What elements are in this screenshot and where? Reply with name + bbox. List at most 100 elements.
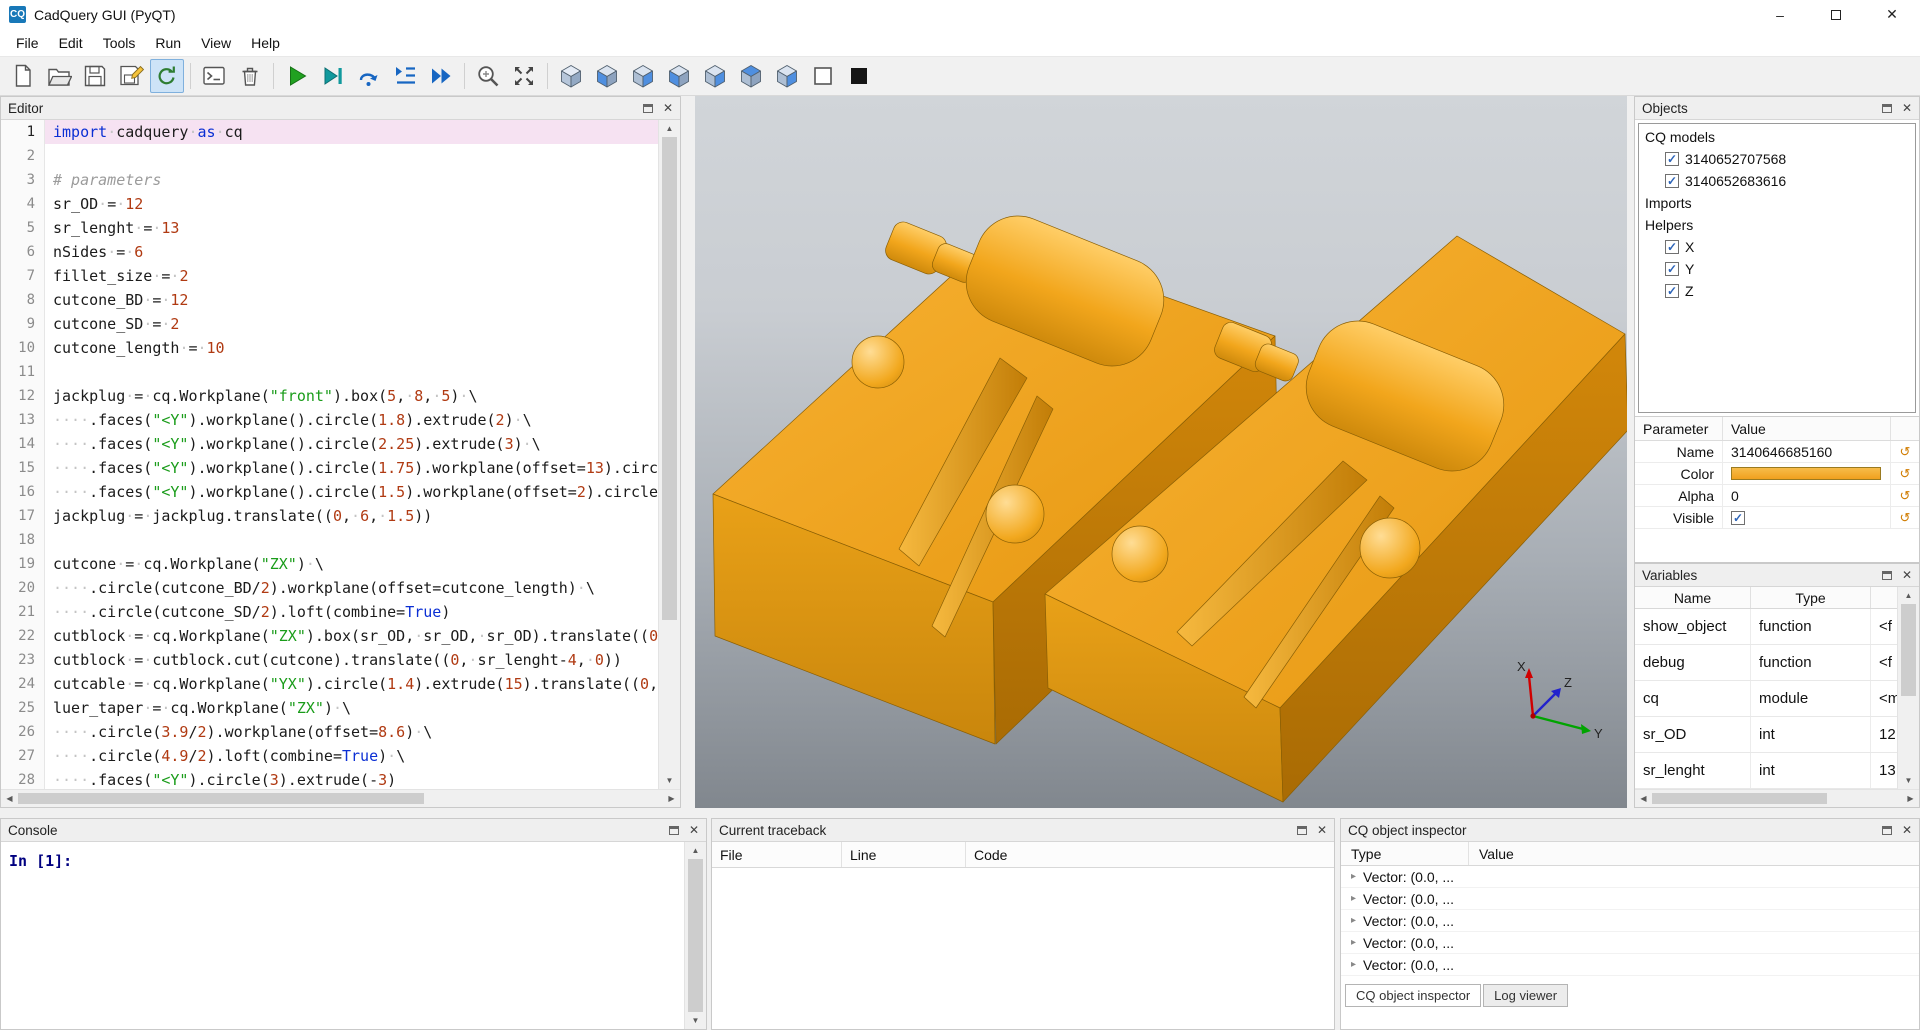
- inspector-header-value[interactable]: Value: [1469, 842, 1919, 865]
- property-value[interactable]: 0: [1723, 485, 1891, 506]
- menu-view[interactable]: View: [191, 32, 241, 54]
- scrollbar-thumb[interactable]: [688, 859, 703, 1012]
- inspector-row-5[interactable]: ▸Vector: (0.0, ...: [1341, 954, 1919, 976]
- tree-item-z[interactable]: Z: [1639, 280, 1915, 302]
- code-line-22[interactable]: cutblock·=·cq.Workplane("ZX").box(sr_OD,…: [45, 624, 658, 648]
- view-top-button[interactable]: [734, 59, 768, 93]
- tree-group-helpers[interactable]: Helpers: [1639, 214, 1915, 236]
- reset-icon[interactable]: ↺: [1891, 507, 1919, 528]
- checkbox-icon[interactable]: [1665, 240, 1679, 254]
- delete-button[interactable]: [233, 59, 267, 93]
- fit-view-button[interactable]: [507, 59, 541, 93]
- checkbox-icon[interactable]: [1731, 511, 1745, 525]
- editor-code[interactable]: import·cadquery·as·cq # parameterssr_OD·=…: [45, 120, 658, 789]
- traceback-header-file[interactable]: File: [712, 842, 842, 867]
- variables-vscrollbar[interactable]: ▲ ▼: [1897, 587, 1919, 789]
- expander-icon[interactable]: ▸: [1351, 893, 1356, 904]
- cad-scene[interactable]: X Z Y: [695, 96, 1627, 808]
- editor-close-icon[interactable]: ✕: [663, 102, 673, 114]
- menu-tools[interactable]: Tools: [93, 32, 146, 54]
- zoom-fit-button[interactable]: [471, 59, 505, 93]
- scroll-left-icon[interactable]: ◀: [1, 790, 18, 807]
- variables-header-type[interactable]: Type: [1751, 587, 1871, 608]
- code-line-21[interactable]: ····.circle(cutcone_SD/2).loft(combine=T…: [45, 600, 658, 624]
- tree-group-cq-models[interactable]: CQ models: [1639, 126, 1915, 148]
- debug-button[interactable]: [316, 59, 350, 93]
- view-front-button[interactable]: [590, 59, 624, 93]
- variable-row-sr_OD[interactable]: sr_ODint12: [1635, 717, 1897, 753]
- menu-edit[interactable]: Edit: [49, 32, 93, 54]
- viewport-right-splitter[interactable]: [1627, 96, 1634, 808]
- view-back-button[interactable]: [626, 59, 660, 93]
- traceback-float-icon[interactable]: [1297, 826, 1307, 835]
- code-line-17[interactable]: jackplug·=·jackplug.translate((0,·6,·1.5…: [45, 504, 658, 528]
- tab-log-viewer[interactable]: Log viewer: [1483, 984, 1568, 1007]
- console-prompt[interactable]: In [1]:: [1, 842, 684, 1029]
- continue-button[interactable]: [424, 59, 458, 93]
- reset-icon[interactable]: ↺: [1891, 463, 1919, 484]
- console-float-icon[interactable]: [669, 826, 679, 835]
- tree-group-imports[interactable]: Imports: [1639, 192, 1915, 214]
- display-wireframe-button[interactable]: [806, 59, 840, 93]
- variables-hscrollbar[interactable]: ◀ ▶: [1635, 789, 1919, 807]
- step-button[interactable]: [352, 59, 386, 93]
- code-line-3[interactable]: # parameters: [45, 168, 658, 192]
- save-as-button[interactable]: [114, 59, 148, 93]
- variables-float-icon[interactable]: [1882, 571, 1892, 580]
- minimize-button[interactable]: –: [1752, 0, 1808, 29]
- code-line-24[interactable]: cutcable·=·cq.Workplane("YX").circle(1.4…: [45, 672, 658, 696]
- objects-panel-titlebar[interactable]: Objects ✕: [1635, 97, 1919, 120]
- code-line-11[interactable]: [45, 360, 658, 384]
- 3d-viewport[interactable]: X Z Y: [695, 96, 1627, 808]
- inspector-row-3[interactable]: ▸Vector: (0.0, ...: [1341, 910, 1919, 932]
- tab-cq-object-inspector[interactable]: CQ object inspector: [1345, 984, 1481, 1007]
- code-line-26[interactable]: ····.circle(3.9/2).workplane(offset=8.6)…: [45, 720, 658, 744]
- code-line-10[interactable]: cutcone_length·=·10: [45, 336, 658, 360]
- code-line-18[interactable]: [45, 528, 658, 552]
- view-left-button[interactable]: [662, 59, 696, 93]
- scroll-right-icon[interactable]: ▶: [1902, 790, 1919, 807]
- step-into-button[interactable]: [388, 59, 422, 93]
- color-swatch[interactable]: [1731, 467, 1881, 480]
- tree-item-3140652683616[interactable]: 3140652683616: [1639, 170, 1915, 192]
- code-line-4[interactable]: sr_OD·=·12: [45, 192, 658, 216]
- tree-item-3140652707568[interactable]: 3140652707568: [1639, 148, 1915, 170]
- code-line-27[interactable]: ····.circle(4.9/2).loft(combine=True)·\: [45, 744, 658, 768]
- objects-float-icon[interactable]: [1882, 104, 1892, 113]
- expander-icon[interactable]: ▸: [1351, 915, 1356, 926]
- code-line-7[interactable]: fillet_size·=·2: [45, 264, 658, 288]
- clear-console-button[interactable]: [197, 59, 231, 93]
- editor-hscrollbar[interactable]: ◀ ▶: [1, 789, 680, 807]
- code-line-25[interactable]: luer_taper·=·cq.Workplane("ZX")·\: [45, 696, 658, 720]
- inspector-row-1[interactable]: ▸Vector: (0.0, ...: [1341, 866, 1919, 888]
- property-value[interactable]: [1723, 507, 1891, 528]
- scrollbar-thumb[interactable]: [1652, 793, 1827, 804]
- open-button[interactable]: [42, 59, 76, 93]
- variable-row-show_object[interactable]: show_objectfunction<f: [1635, 609, 1897, 645]
- view-iso-button[interactable]: [554, 59, 588, 93]
- scrollbar-thumb[interactable]: [1901, 604, 1916, 696]
- scroll-down-icon[interactable]: ▼: [685, 1012, 706, 1029]
- variables-header-name[interactable]: Name: [1635, 587, 1751, 608]
- inspector-header-type[interactable]: Type: [1341, 842, 1469, 865]
- traceback-panel-titlebar[interactable]: Current traceback ✕: [712, 819, 1334, 842]
- code-line-1[interactable]: import·cadquery·as·cq: [45, 120, 658, 144]
- reset-icon[interactable]: ↺: [1891, 485, 1919, 506]
- menu-help[interactable]: Help: [241, 32, 290, 54]
- console-close-icon[interactable]: ✕: [689, 824, 699, 836]
- render-button[interactable]: [280, 59, 314, 93]
- properties-header-parameter[interactable]: Parameter: [1635, 417, 1723, 440]
- code-line-8[interactable]: cutcone_BD·=·12: [45, 288, 658, 312]
- checkbox-icon[interactable]: [1665, 262, 1679, 276]
- traceback-table-body[interactable]: [712, 868, 1334, 1029]
- property-value[interactable]: [1723, 463, 1891, 484]
- expander-icon[interactable]: ▸: [1351, 959, 1356, 970]
- code-line-6[interactable]: nSides·=·6: [45, 240, 658, 264]
- code-line-2[interactable]: [45, 144, 658, 168]
- code-line-19[interactable]: cutcone·=·cq.Workplane("ZX")·\: [45, 552, 658, 576]
- variable-row-sr_lenght[interactable]: sr_lenghtint13: [1635, 753, 1897, 789]
- inspector-panel-titlebar[interactable]: CQ object inspector ✕: [1341, 819, 1919, 842]
- scroll-down-icon[interactable]: ▼: [1898, 772, 1919, 789]
- code-line-9[interactable]: cutcone_SD·=·2: [45, 312, 658, 336]
- close-button[interactable]: ✕: [1864, 0, 1920, 29]
